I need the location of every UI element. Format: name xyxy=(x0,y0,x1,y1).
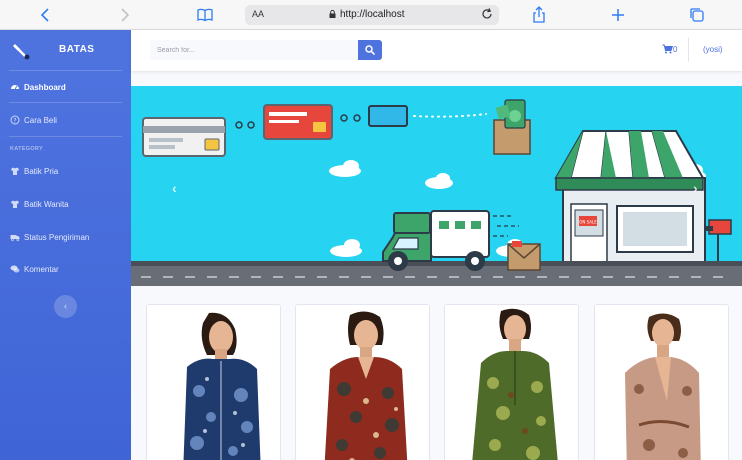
shirt-icon xyxy=(11,200,19,208)
product-image xyxy=(147,305,280,460)
svg-text:?: ? xyxy=(13,117,16,124)
parcel-icon xyxy=(507,241,541,271)
credit-card-icon xyxy=(263,104,333,140)
sidebar-item-label: Dashboard xyxy=(24,82,66,92)
product-card[interactable] xyxy=(594,304,729,460)
text-size-button[interactable]: AA xyxy=(252,9,264,19)
search-icon xyxy=(365,45,375,55)
store-icon: ON SALE xyxy=(554,130,706,277)
sidebar-toggle-button[interactable]: ‹ xyxy=(54,295,77,318)
product-image xyxy=(595,305,728,460)
search-button[interactable] xyxy=(358,40,382,60)
sidebar-item-label: Cara Beli xyxy=(24,115,57,125)
topbar-divider xyxy=(688,38,689,62)
sidebar-divider xyxy=(9,70,122,71)
sidebar-item-label: Batik Wanita xyxy=(24,199,69,209)
sidebar-item-komentar[interactable]: Komentar xyxy=(10,262,59,276)
carousel-next-button[interactable]: › xyxy=(693,180,698,196)
sidebar-item-batik-wanita[interactable]: Batik Wanita xyxy=(10,197,69,211)
sidebar-item-status-pengiriman[interactable]: Status Pengiriman xyxy=(10,230,89,244)
new-tab-icon[interactable] xyxy=(608,5,628,25)
brand-logo-icon xyxy=(13,44,30,60)
search-input[interactable] xyxy=(150,40,359,60)
shirt-icon xyxy=(11,167,19,175)
question-icon: ? xyxy=(10,115,20,125)
sidebar-divider xyxy=(9,136,122,137)
address-bar[interactable]: AA http://localhost xyxy=(245,5,499,25)
reload-icon[interactable] xyxy=(480,7,494,24)
sidebar-heading: KATEGORY xyxy=(10,146,43,152)
share-icon[interactable] xyxy=(529,5,549,25)
product-grid xyxy=(131,292,742,460)
url-text: http://localhost xyxy=(340,9,405,20)
product-card[interactable] xyxy=(295,304,430,460)
sidebar-brand[interactable]: BATAS xyxy=(0,30,131,70)
topbar: 0 (yosi) xyxy=(131,30,742,71)
brand-name: BATAS xyxy=(59,44,95,55)
product-card[interactable] xyxy=(444,304,579,460)
cart-icon xyxy=(662,44,673,54)
tabs-icon[interactable] xyxy=(687,5,707,25)
forward-icon[interactable] xyxy=(114,5,134,25)
sidebar-item-cara-beli[interactable]: ? Cara Beli xyxy=(10,113,57,127)
sidebar-divider xyxy=(9,102,122,103)
credit-card-icon xyxy=(142,117,226,157)
lock-icon xyxy=(329,10,336,18)
bookmarks-icon[interactable] xyxy=(195,5,215,25)
sidebar-item-label: Batik Pria xyxy=(24,166,59,176)
gauge-icon xyxy=(11,85,19,90)
product-card[interactable] xyxy=(146,304,281,460)
browser-toolbar: AA http://localhost xyxy=(0,0,742,30)
back-icon[interactable] xyxy=(36,5,56,25)
sign-text: ON SALE xyxy=(579,220,597,225)
banner-illustration: ON SALE xyxy=(131,86,742,286)
truck-icon xyxy=(10,235,20,242)
product-image xyxy=(445,305,578,460)
sidebar: BATAS Dashboard ? Cara Beli KATEGORY Bat… xyxy=(0,30,131,460)
chevron-left-icon: ‹ xyxy=(64,301,67,311)
user-menu[interactable]: (yosi) xyxy=(703,45,723,54)
sidebar-item-label: Komentar xyxy=(24,264,59,274)
sidebar-item-dashboard[interactable]: Dashboard xyxy=(10,80,66,94)
cart-button[interactable]: 0 xyxy=(662,44,677,54)
comments-icon xyxy=(10,265,20,273)
product-image xyxy=(296,305,429,460)
cart-count: 0 xyxy=(673,44,678,54)
sidebar-item-label: Status Pengiriman xyxy=(24,232,90,242)
sidebar-item-batik-pria[interactable]: Batik Pria xyxy=(10,164,58,178)
carousel-prev-button[interactable]: ‹ xyxy=(172,180,177,196)
banner-carousel: ON SALE ‹ › xyxy=(131,86,742,286)
